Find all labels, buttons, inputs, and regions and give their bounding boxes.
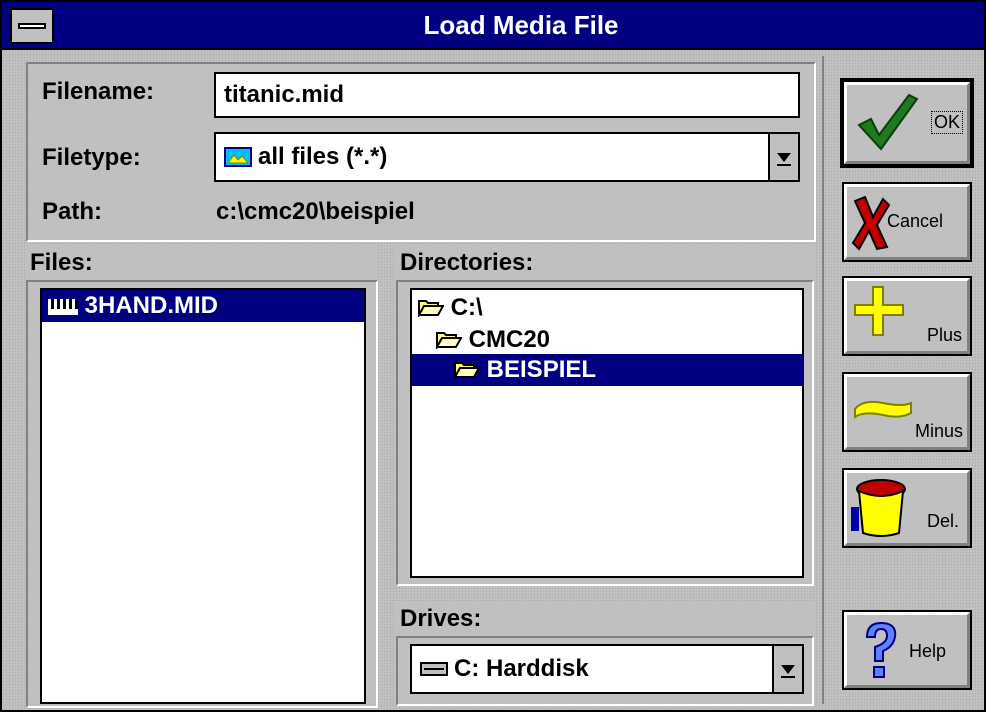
help-label: Help bbox=[909, 641, 947, 661]
filetype-selected: all files (*.*) bbox=[224, 134, 387, 180]
hard-disk-icon bbox=[420, 662, 448, 676]
directory-item-cmc20[interactable]: CMC20 bbox=[435, 324, 798, 356]
path-value: c:\cmc20\beispiel bbox=[216, 198, 415, 225]
file-item-name: 3HAND.MID bbox=[84, 292, 219, 319]
plus-label: Plus bbox=[927, 325, 963, 345]
filename-label: Filename: bbox=[42, 78, 155, 105]
title-bar[interactable]: Load Media File bbox=[2, 2, 984, 48]
directory-name: BEISPIEL bbox=[486, 356, 597, 383]
delete-button[interactable]: Del. bbox=[842, 468, 972, 548]
midi-file-icon bbox=[48, 299, 78, 315]
path-label: Path: bbox=[42, 198, 102, 225]
minus-icon bbox=[854, 400, 912, 419]
checkmark-icon bbox=[857, 93, 919, 151]
minus-button[interactable]: Minus bbox=[842, 372, 972, 452]
chevron-down-icon bbox=[777, 152, 791, 166]
filetype-value: all files (*.*) bbox=[258, 143, 388, 170]
filetype-dropdown[interactable]: all files (*.*) bbox=[214, 132, 800, 182]
open-folder-icon bbox=[435, 332, 463, 351]
red-x-icon bbox=[851, 195, 891, 251]
directory-name: C:\ bbox=[450, 294, 483, 321]
filetype-dropdown-button[interactable] bbox=[768, 134, 798, 180]
drives-value: C: Harddisk bbox=[454, 655, 589, 682]
files-list[interactable]: 3HAND.MID bbox=[40, 288, 366, 704]
files-label: Files: bbox=[26, 246, 378, 280]
ok-button[interactable]: OK bbox=[840, 78, 974, 168]
dialog-client-area: Filename: titanic.mid Filetype: all file… bbox=[2, 50, 984, 710]
plus-button[interactable]: Plus bbox=[842, 276, 972, 356]
files-label-text: Files: bbox=[30, 249, 93, 276]
directories-frame: C:\ CMC20 BEISPIEL bbox=[396, 280, 814, 586]
cancel-label: Cancel bbox=[887, 211, 944, 231]
directory-name: CMC20 bbox=[468, 326, 551, 353]
image-file-icon bbox=[224, 147, 252, 167]
system-menu-button[interactable] bbox=[10, 8, 54, 44]
ok-label: OK bbox=[931, 111, 964, 134]
system-menu-icon bbox=[18, 23, 46, 29]
directories-label-text: Directories: bbox=[400, 249, 534, 276]
drives-selected: C: Harddisk bbox=[420, 646, 589, 692]
filetype-label: Filetype: bbox=[42, 144, 141, 171]
file-info-group: Filename: titanic.mid Filetype: all file… bbox=[26, 62, 816, 242]
minus-label: Minus bbox=[915, 421, 964, 441]
drives-frame: C: Harddisk bbox=[396, 636, 814, 706]
directories-label: Directories: bbox=[396, 246, 814, 280]
directory-item-root[interactable]: C:\ bbox=[417, 292, 798, 324]
directories-list[interactable]: C:\ CMC20 BEISPIEL bbox=[410, 288, 804, 578]
drives-label: Drives: bbox=[396, 602, 814, 636]
chevron-down-icon bbox=[781, 664, 795, 678]
cancel-button[interactable]: Cancel bbox=[842, 182, 972, 262]
button-column: OK Cancel Plus Minus Del. Help bbox=[822, 56, 980, 704]
directory-item-beispiel[interactable]: BEISPIEL bbox=[412, 354, 804, 386]
question-mark-icon bbox=[865, 621, 897, 678]
trash-can-icon bbox=[851, 479, 906, 537]
help-button[interactable]: Help bbox=[842, 610, 972, 690]
window-title: Load Media File bbox=[423, 10, 619, 40]
load-media-file-dialog: Load Media File Filename: titanic.mid Fi… bbox=[0, 0, 986, 712]
plus-icon bbox=[854, 286, 904, 336]
filename-field[interactable]: titanic.mid bbox=[214, 72, 800, 118]
drives-dropdown-button[interactable] bbox=[772, 646, 802, 692]
file-item-3hand[interactable]: 3HAND.MID bbox=[42, 290, 364, 322]
drives-dropdown[interactable]: C: Harddisk bbox=[410, 644, 804, 694]
files-frame: 3HAND.MID bbox=[26, 280, 378, 708]
del-label: Del. bbox=[927, 511, 960, 531]
open-folder-icon bbox=[453, 362, 481, 381]
drives-label-text: Drives: bbox=[400, 605, 482, 632]
filename-value: titanic.mid bbox=[224, 81, 345, 108]
open-folder-icon bbox=[417, 300, 445, 319]
